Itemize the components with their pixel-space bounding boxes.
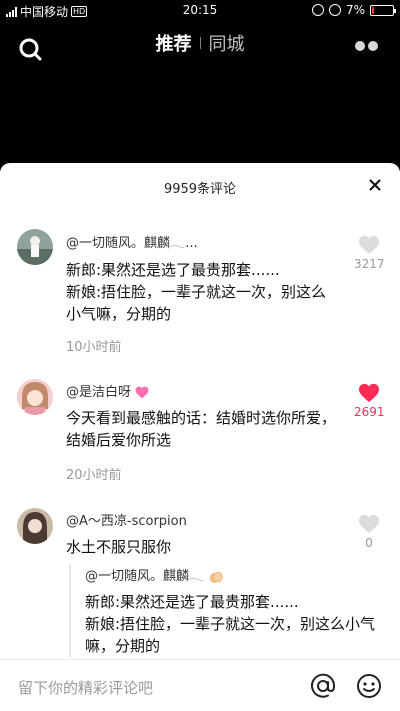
mention-icon[interactable]: [310, 673, 336, 699]
comment-username[interactable]: @A～西凉-scorpion: [66, 510, 187, 529]
reply-username[interactable]: @一切随风。麒麟𓂃: [85, 564, 389, 585]
avatar[interactable]: [17, 229, 53, 265]
like-button[interactable]: 3217: [354, 235, 385, 271]
battery-icon: [370, 4, 396, 16]
like-count: 2691: [354, 405, 385, 419]
comment-item: @是洁白呀 今天看到最感触的话：结婚时选你所爱，结婚后爱你所选 20小时前 26…: [0, 379, 400, 489]
rotation-lock-icon: [311, 4, 324, 16]
reply-text: 新郎:果然还是选了最贵那套...... 新娘:捂住脸，一辈子就这一次，别这么小气…: [85, 593, 376, 655]
comment-text: 新郎:果然还是选了最贵那套...... 新娘:捂住脸，一辈子就这一次，别这么小气…: [66, 261, 327, 323]
status-bar: 中国移动 HD 20:15 7%: [0, 0, 400, 22]
nav-tabs: 推荐 同城: [0, 30, 400, 56]
comment-input[interactable]: 留下你的精彩评论吧: [18, 677, 153, 698]
top-nav: 推荐 同城: [0, 22, 400, 70]
comment-item: @A～西凉-scorpion 水土不服只服你 0 @一切随风。麒麟𓂃 新郎:果然…: [0, 508, 400, 659]
avatar[interactable]: [17, 379, 53, 415]
comment-time: 10小时前: [66, 340, 122, 355]
tab-recommended[interactable]: 推荐: [148, 30, 200, 56]
more-icon[interactable]: [355, 41, 378, 51]
comment-item: @一切随风。麒麟𓂃... 新郎:果然还是选了最贵那套...... 新娘:捂住脸，…: [0, 229, 400, 359]
alarm-icon: [328, 4, 341, 16]
heart-icon: [359, 514, 379, 534]
tab-nearby[interactable]: 同城: [201, 30, 253, 56]
like-count: 3217: [354, 257, 385, 271]
comment-username-text: @是洁白呀: [66, 385, 132, 400]
like-count: 0: [365, 536, 373, 550]
avatar[interactable]: [17, 508, 53, 544]
comment-text: 今天看到最感触的话：结婚时选你所爱，结婚后爱你所选: [66, 409, 337, 449]
comment-input-bar: 留下你的精彩评论吧: [0, 659, 400, 711]
status-right: 7%: [311, 3, 396, 17]
heart-icon-liked: [359, 383, 379, 403]
comment-username[interactable]: @一切随风。麒麟𓂃...: [66, 231, 198, 252]
clapping-hands-icon: [209, 571, 224, 583]
comments-header: 9959条评论: [0, 163, 400, 209]
emoji-icon[interactable]: [356, 673, 382, 699]
heart-icon: [359, 235, 379, 255]
like-button[interactable]: 0: [354, 514, 384, 550]
sparkling-heart-icon: [135, 386, 149, 399]
comments-panel: 9959条评论 @一切随风。麒麟𓂃... 新郎:果然还是选了最贵那套......…: [0, 163, 400, 711]
reply-item: @一切随风。麒麟𓂃 新郎:果然还是选了最贵那套...... 新娘:捂住脸，一辈子…: [69, 564, 389, 657]
battery-level: [372, 6, 374, 14]
reply-username-text: @一切随风。麒麟𓂃: [85, 569, 205, 584]
comments-count-title: 9959条评论: [163, 182, 237, 197]
close-icon[interactable]: [368, 178, 382, 192]
comment-text: 水土不服只服你: [66, 538, 172, 556]
comment-username[interactable]: @是洁白呀: [66, 381, 149, 400]
comment-time: 20小时前: [66, 468, 122, 483]
like-button[interactable]: 2691: [354, 383, 385, 419]
comment-list[interactable]: @一切随风。麒麟𓂃... 新郎:果然还是选了最贵那套...... 新娘:捂住脸，…: [0, 209, 400, 659]
battery-percent: 7%: [345, 3, 365, 17]
